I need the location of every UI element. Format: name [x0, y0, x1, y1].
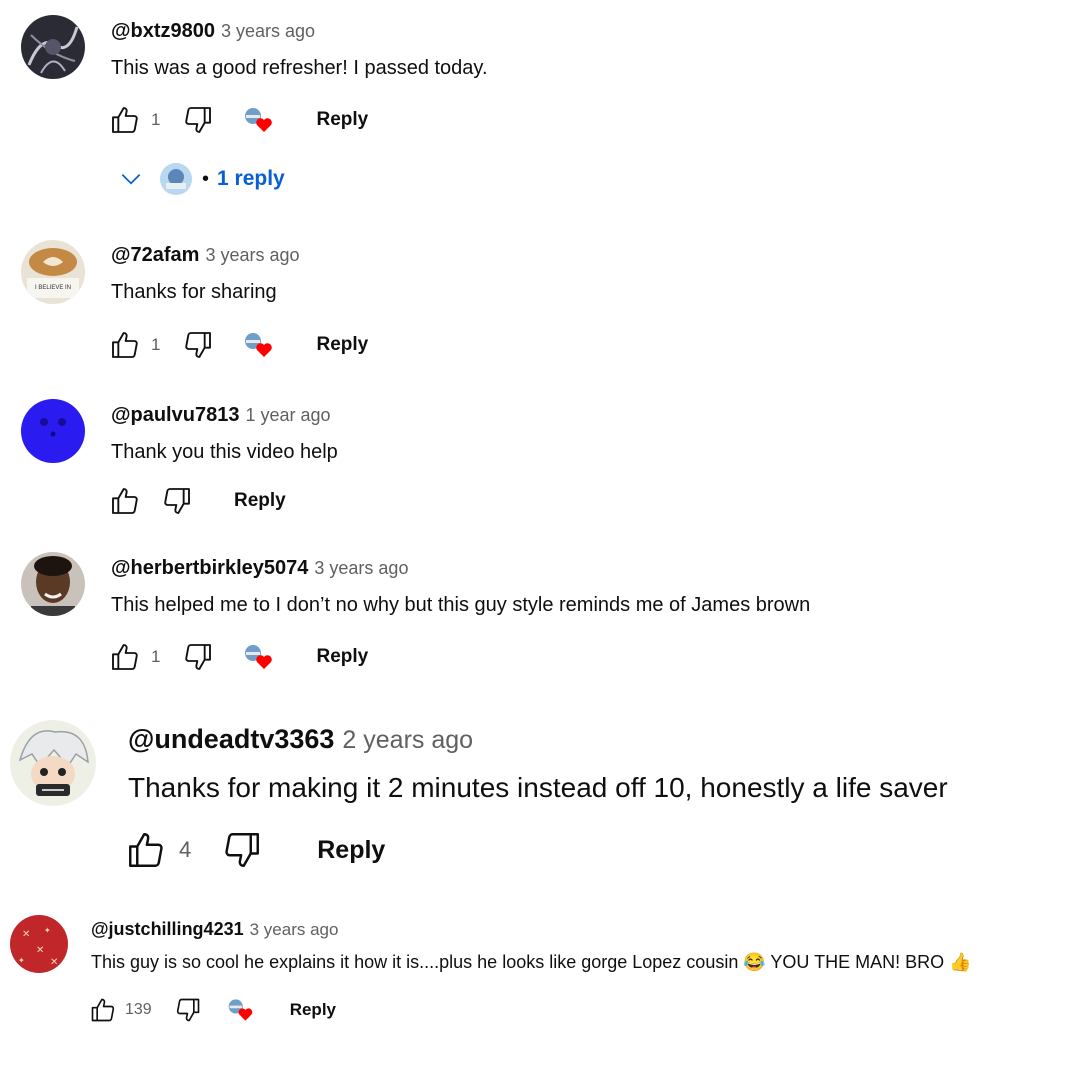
reply-button[interactable]: Reply [316, 109, 368, 131]
comment-thread: @herbertbirkley5074 3 years ago This help… [0, 545, 1080, 705]
like-count: 1 [151, 647, 161, 666]
author-name[interactable]: @72afam [111, 244, 199, 266]
svg-text:✦: ✦ [44, 926, 51, 935]
dislike-button[interactable] [182, 641, 214, 673]
comment-header: @bxtz9800 3 years ago [111, 20, 315, 43]
timestamp[interactable]: 3 years ago [314, 558, 408, 578]
comment-header: @72afam 3 years ago [111, 244, 300, 267]
comment-actions: 1 Reply [109, 104, 368, 136]
author-name[interactable]: @justchilling4231 [91, 919, 244, 939]
comment-text: Thank you this video help [111, 441, 338, 463]
comment-header: @paulvu7813 1 year ago [111, 404, 331, 427]
comment-text: This guy is so cool he explains it how i… [91, 952, 972, 972]
dislike-button[interactable] [221, 829, 263, 871]
comment-actions: 139 Reply [89, 995, 336, 1025]
thumbs-up-icon [112, 107, 138, 133]
like-count: 4 [179, 837, 192, 862]
avatar[interactable] [21, 15, 85, 79]
thumbs-down-icon [185, 644, 212, 670]
reply-button[interactable]: Reply [290, 1000, 336, 1020]
svg-text:✕: ✕ [50, 957, 58, 968]
comment-thread: @undeadtv3363 2 years ago Thanks for maki… [0, 710, 1080, 890]
comment-thread: @paulvu7813 1 year ago Thank you this vid… [0, 390, 1080, 540]
thumbs-down-icon [176, 998, 200, 1022]
thumbs-up-icon [112, 488, 138, 514]
like-button[interactable] [109, 329, 141, 361]
like-button[interactable] [109, 485, 141, 517]
comment-actions: Reply [109, 485, 286, 517]
dislike-button[interactable] [161, 485, 193, 517]
bullet: • [202, 167, 210, 190]
creator-heart-icon [245, 333, 273, 357]
author-name[interactable]: @undeadtv3363 [128, 724, 334, 754]
like-count: 1 [151, 110, 161, 129]
thumbs-up-icon [112, 644, 138, 670]
timestamp[interactable]: 1 year ago [245, 405, 330, 425]
timestamp[interactable]: 2 years ago [342, 726, 473, 754]
comment-actions: 1 Reply [109, 641, 368, 673]
comment-header: @herbertbirkley5074 3 years ago [111, 557, 408, 580]
thumbs-up-icon [91, 998, 115, 1022]
reply-button[interactable]: Reply [316, 334, 368, 356]
view-replies-button[interactable]: • 1 reply [118, 162, 285, 196]
like-button[interactable] [89, 996, 117, 1024]
dislike-button[interactable] [182, 104, 214, 136]
dislike-button[interactable] [174, 996, 202, 1024]
creator-heart-badge [226, 995, 256, 1025]
reply-button[interactable]: Reply [316, 646, 368, 668]
creator-heart-badge [242, 104, 276, 136]
comment-header: @undeadtv3363 2 years ago [128, 724, 473, 755]
svg-text:✦: ✦ [18, 956, 25, 965]
avatar[interactable] [21, 399, 85, 463]
avatar[interactable] [10, 720, 96, 806]
reply-button[interactable]: Reply [234, 490, 286, 512]
thumbs-up-icon [129, 833, 163, 867]
thumbs-down-icon [185, 332, 212, 358]
svg-text:✕: ✕ [36, 945, 44, 956]
svg-text:✕: ✕ [22, 929, 30, 940]
avatar[interactable]: ✕ ✦ ✕ ✦ ✕ [10, 915, 68, 973]
thumbs-down-icon [225, 833, 260, 867]
creator-heart-badge [242, 641, 276, 673]
creator-heart-icon [245, 108, 273, 132]
creator-heart-icon [228, 999, 252, 1021]
like-button[interactable] [109, 641, 141, 673]
timestamp[interactable]: 3 years ago [250, 920, 339, 939]
thumbs-down-icon [185, 107, 212, 133]
like-button[interactable] [125, 829, 167, 871]
avatar[interactable]: I BELIEVE IN [21, 240, 85, 304]
reply-avatar [160, 163, 192, 195]
comment-text: Thanks for sharing [111, 281, 277, 303]
comment-thread: ✕ ✦ ✕ ✦ ✕ @justchilling4231 3 years ago T… [0, 905, 1080, 1055]
creator-heart-icon [245, 645, 273, 669]
replies-count-label[interactable]: 1 reply [217, 167, 285, 191]
comment-thread: I BELIEVE IN @72afam 3 years ago Thanks f… [0, 230, 1080, 380]
comment-thread: @bxtz9800 3 years ago This was a good ref… [0, 0, 1080, 220]
comment-header: @justchilling4231 3 years ago [91, 919, 338, 940]
author-name[interactable]: @paulvu7813 [111, 404, 239, 426]
chevron-down-icon [121, 174, 141, 185]
timestamp[interactable]: 3 years ago [205, 245, 299, 265]
comment-actions: 4 Reply [125, 828, 385, 872]
creator-heart-badge [242, 329, 276, 361]
like-count: 139 [125, 1001, 152, 1018]
dislike-button[interactable] [182, 329, 214, 361]
avatar-text: I BELIEVE IN [35, 285, 71, 291]
timestamp[interactable]: 3 years ago [221, 21, 315, 41]
author-name[interactable]: @bxtz9800 [111, 20, 215, 42]
comment-text: This was a good refresher! I passed toda… [111, 57, 488, 79]
like-count: 1 [151, 335, 161, 354]
avatar[interactable] [21, 552, 85, 616]
comment-actions: 1 Reply [109, 329, 368, 361]
comment-text: Thanks for making it 2 minutes instead o… [128, 772, 948, 803]
thumbs-up-icon [112, 332, 138, 358]
author-name[interactable]: @herbertbirkley5074 [111, 557, 308, 579]
comment-text: This helped me to I don’t no why but thi… [111, 594, 811, 616]
like-button[interactable] [109, 104, 141, 136]
thumbs-down-icon [164, 488, 190, 514]
reply-button[interactable]: Reply [317, 836, 385, 865]
